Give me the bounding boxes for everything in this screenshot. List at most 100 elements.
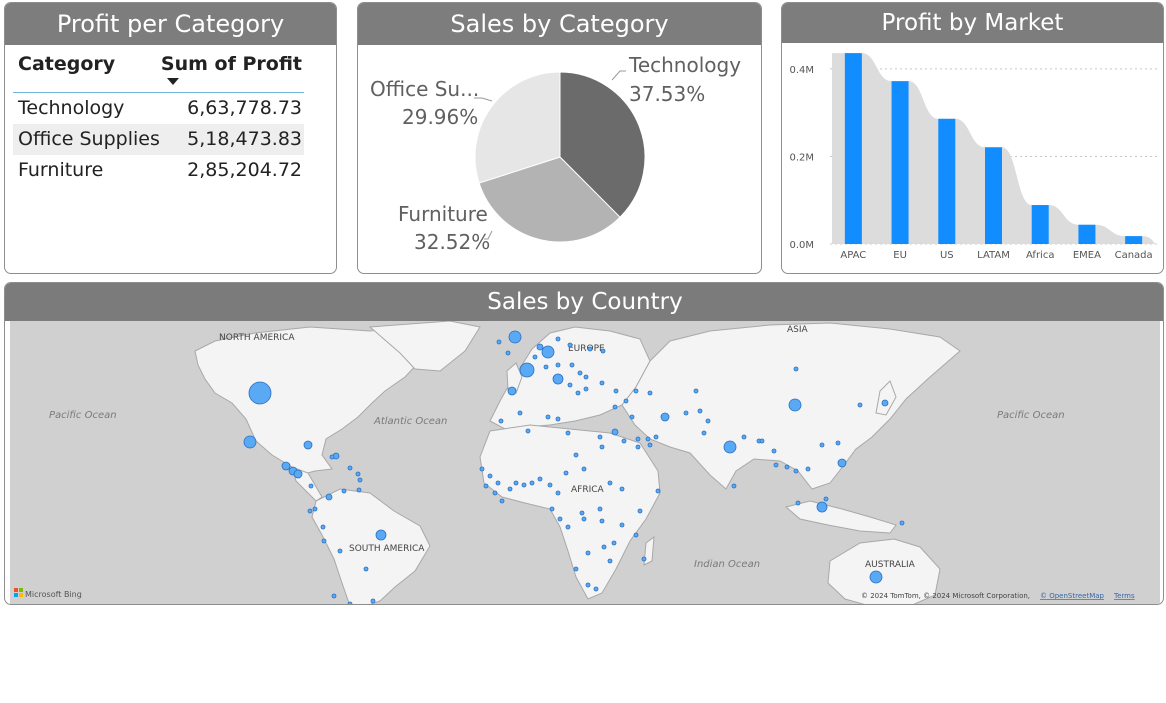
country-bubble[interactable] xyxy=(599,444,605,450)
country-bubble[interactable] xyxy=(529,480,535,486)
country-bubble[interactable] xyxy=(793,468,799,474)
country-bubble[interactable] xyxy=(536,343,544,351)
country-bubble[interactable] xyxy=(547,482,553,488)
country-bubble[interactable] xyxy=(555,490,561,496)
country-bubble[interactable] xyxy=(655,488,661,494)
country-bubble[interactable] xyxy=(537,476,543,482)
country-bubble[interactable] xyxy=(771,448,777,454)
country-bubble[interactable] xyxy=(899,520,905,526)
country-bubble[interactable] xyxy=(347,465,353,471)
country-bubble[interactable] xyxy=(607,558,613,564)
country-bubble[interactable] xyxy=(773,462,779,468)
country-bubble[interactable] xyxy=(555,362,561,368)
country-bubble[interactable] xyxy=(375,529,387,541)
country-bubble[interactable] xyxy=(581,516,587,522)
country-bubble[interactable] xyxy=(347,601,353,605)
country-bubble[interactable] xyxy=(487,473,493,479)
country-bubble[interactable] xyxy=(248,381,272,405)
country-bubble[interactable] xyxy=(660,412,670,422)
country-bubble[interactable] xyxy=(611,540,617,546)
country-bubble[interactable] xyxy=(597,434,603,440)
bar-africa[interactable] xyxy=(1031,205,1049,244)
country-bubble[interactable] xyxy=(329,454,335,460)
country-bubble[interactable] xyxy=(505,350,511,356)
column-header-category[interactable]: Category xyxy=(18,53,115,75)
country-bubble[interactable] xyxy=(517,410,523,416)
country-bubble[interactable] xyxy=(370,598,376,604)
country-bubble[interactable] xyxy=(647,442,653,448)
country-bubble[interactable] xyxy=(573,452,579,458)
country-bubble[interactable] xyxy=(555,336,561,342)
country-bubble[interactable] xyxy=(565,430,571,436)
country-bubble[interactable] xyxy=(519,362,535,378)
country-bubble[interactable] xyxy=(819,442,825,448)
country-bubble[interactable] xyxy=(499,498,505,504)
world-map[interactable]: NORTH AMERICA EUROPE ASIA AFRICA SOUTH A… xyxy=(10,321,1160,605)
country-bubble[interactable] xyxy=(697,408,703,414)
country-bubble[interactable] xyxy=(701,430,707,436)
country-bubble[interactable] xyxy=(641,556,647,562)
country-bubble[interactable] xyxy=(341,488,347,494)
country-bubble[interactable] xyxy=(579,510,585,516)
country-bubble[interactable] xyxy=(549,506,555,512)
country-bubble[interactable] xyxy=(597,506,603,512)
bar-apac[interactable] xyxy=(844,53,862,244)
country-bubble[interactable] xyxy=(498,418,504,424)
country-bubble[interactable] xyxy=(492,490,498,496)
country-bubble[interactable] xyxy=(612,404,618,410)
country-bubble[interactable] xyxy=(599,380,605,386)
country-bubble[interactable] xyxy=(621,438,627,444)
country-bubble[interactable] xyxy=(555,416,561,422)
bar-eu[interactable] xyxy=(891,81,909,244)
column-header-sum-of-profit[interactable]: Sum of Profit xyxy=(161,53,302,75)
country-bubble[interactable] xyxy=(637,508,643,514)
country-bubble[interactable] xyxy=(321,538,327,544)
country-bubble[interactable] xyxy=(581,466,587,472)
country-bubble[interactable] xyxy=(723,440,737,454)
country-bubble[interactable] xyxy=(569,362,575,368)
country-bubble[interactable] xyxy=(599,518,605,524)
bar-latam[interactable] xyxy=(985,147,1002,244)
country-bubble[interactable] xyxy=(583,374,589,380)
country-bubble[interactable] xyxy=(281,461,291,471)
bar-us[interactable] xyxy=(938,118,956,244)
country-bubble[interactable] xyxy=(635,436,641,442)
country-bubble[interactable] xyxy=(355,471,361,477)
country-bubble[interactable] xyxy=(788,398,802,412)
country-bubble[interactable] xyxy=(356,487,362,493)
table-row[interactable]: Technology 6,63,778.73 xyxy=(13,93,304,124)
bar-canada[interactable] xyxy=(1125,236,1143,244)
country-bubble[interactable] xyxy=(731,483,737,489)
country-bubble[interactable] xyxy=(816,501,828,513)
terms-link[interactable]: Terms xyxy=(1113,592,1135,600)
country-bubble[interactable] xyxy=(563,470,569,476)
country-bubble[interactable] xyxy=(320,524,326,530)
country-bubble[interactable] xyxy=(585,582,591,588)
country-bubble[interactable] xyxy=(479,466,485,472)
country-bubble[interactable] xyxy=(507,386,517,396)
country-bubble[interactable] xyxy=(293,469,303,479)
country-bubble[interactable] xyxy=(647,390,653,396)
country-bubble[interactable] xyxy=(513,480,519,486)
country-bubble[interactable] xyxy=(495,480,501,486)
country-bubble[interactable] xyxy=(823,496,829,502)
country-bubble[interactable] xyxy=(857,402,863,408)
country-bubble[interactable] xyxy=(619,522,625,528)
country-bubble[interactable] xyxy=(705,418,711,424)
country-bubble[interactable] xyxy=(508,330,522,344)
country-bubble[interactable] xyxy=(573,566,579,572)
country-bubble[interactable] xyxy=(759,438,765,444)
country-bubble[interactable] xyxy=(653,434,659,440)
country-bubble[interactable] xyxy=(496,339,502,345)
country-bubble[interactable] xyxy=(303,440,313,450)
country-bubble[interactable] xyxy=(325,493,333,501)
country-bubble[interactable] xyxy=(507,486,513,492)
country-bubble[interactable] xyxy=(835,440,841,446)
table-row[interactable]: Furniture 2,85,204.72 xyxy=(13,155,304,186)
country-bubble[interactable] xyxy=(619,486,625,492)
country-bubble[interactable] xyxy=(741,434,747,440)
country-bubble[interactable] xyxy=(693,388,699,394)
country-bubble[interactable] xyxy=(243,435,257,449)
country-bubble[interactable] xyxy=(545,414,551,420)
country-bubble[interactable] xyxy=(613,388,619,394)
